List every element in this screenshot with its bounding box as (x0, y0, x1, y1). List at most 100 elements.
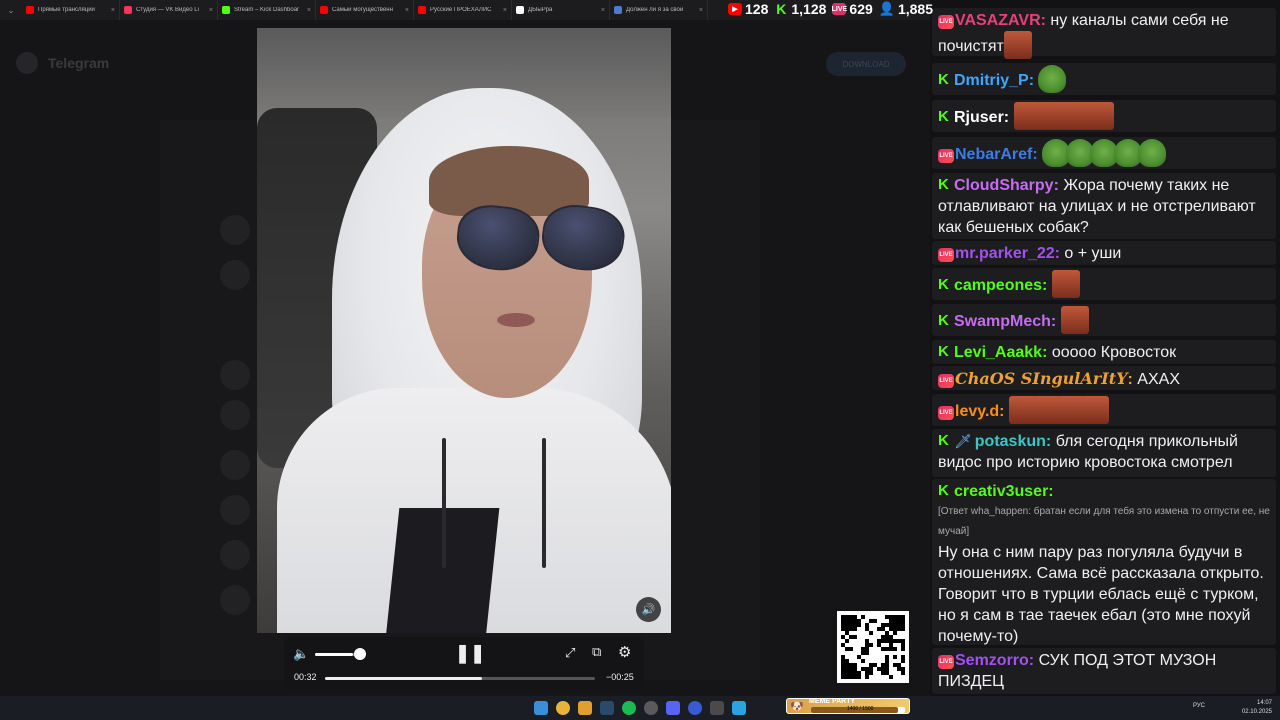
spotify-icon[interactable] (622, 701, 636, 715)
tab-close-icon[interactable]: × (405, 7, 409, 14)
download-button[interactable]: DOWNLOAD (826, 52, 906, 76)
chat-message-text: ооооо Кровосток (1051, 344, 1177, 361)
browser-tab[interactable]: Самый могущественн × (316, 0, 414, 20)
video-hoodie-cord (542, 438, 546, 568)
telegram-logo-icon (16, 52, 38, 74)
chat-username[interactable]: Rjuser (954, 109, 1004, 126)
chat-username-colon: : (1042, 277, 1052, 294)
avatar (220, 495, 250, 525)
clock-date: 02.10.2025 (1241, 709, 1272, 715)
qr-module (845, 639, 849, 643)
tab-close-icon[interactable]: × (111, 7, 115, 14)
tab-close-icon[interactable]: × (699, 7, 703, 14)
total-viewer-count: 👤 1,885 (879, 1, 933, 17)
face-emote-icon (1080, 396, 1109, 424)
picture-in-picture-icon[interactable]: ⧉ (592, 644, 601, 660)
qr-module (865, 675, 869, 679)
chat-message: K 🗡 potaskun: бля сегодня прикольный видос… (932, 429, 1276, 477)
qr-module (893, 647, 897, 651)
telegram-icon[interactable] (732, 701, 746, 715)
qr-module (901, 671, 905, 675)
system-clock[interactable]: 14:07 02.10.2025 (1242, 699, 1272, 717)
kick-badge-icon: K (938, 176, 949, 193)
chat-username[interactable]: Semzorro (955, 652, 1029, 669)
chat-message: LIVE mr.parker_22: о + уши (932, 241, 1276, 265)
chat-username[interactable]: Levi_Aaakk (954, 344, 1042, 361)
video-hoodie-cord (442, 438, 446, 568)
telegram-title: Telegram (48, 55, 110, 71)
tab-close-icon[interactable]: × (209, 7, 213, 14)
chat-username[interactable]: levy.d (955, 403, 999, 420)
media-player-icon[interactable] (688, 701, 702, 715)
qr-code (837, 611, 909, 683)
tab-close-icon[interactable]: × (307, 7, 311, 14)
browser-tab[interactable]: ДЫыРра × (512, 0, 610, 20)
tab-list-chevron-icon[interactable]: ⌄ (0, 6, 22, 15)
chat-username[interactable]: NebarAref (955, 146, 1032, 163)
tab-favicon-icon (222, 6, 230, 14)
tab-close-icon[interactable]: × (503, 7, 507, 14)
kick-badge-icon: K (938, 108, 949, 125)
volume-icon[interactable]: 🔈 (293, 646, 309, 662)
chat-username[interactable]: potaskun (975, 433, 1046, 450)
chat-message: LIVE ChaOS SIngulArItY: АХАХ (932, 366, 1276, 390)
keyboard-language[interactable]: РУС (1193, 703, 1205, 709)
chat-username[interactable]: campeones (954, 277, 1042, 294)
live-badge-icon: LIVE (938, 248, 954, 262)
avatar (220, 450, 250, 480)
live-badge-icon: LIVE (938, 374, 954, 388)
browser-tab[interactable]: Студия — VK Видео Li × (120, 0, 218, 20)
app-icon[interactable] (710, 701, 724, 715)
chat-username[interactable]: CloudSharpy (954, 177, 1054, 194)
youtube-count-value: 128 (745, 1, 769, 17)
fullscreen-icon[interactable]: ⤢ (565, 645, 575, 661)
viewer-counters: ▶ 128 K 1,128 LIVE 629 👤 1,885 (728, 0, 933, 18)
chat-message: Kcampeones: (932, 268, 1276, 300)
obs-icon[interactable] (644, 701, 658, 715)
chat-username-colon: : (1042, 344, 1052, 361)
chat-username[interactable]: creativ3user (954, 483, 1048, 500)
chat-username[interactable]: mr.parker_22 (955, 245, 1055, 262)
volume-slider-handle[interactable] (354, 648, 366, 660)
qr-module (857, 623, 861, 627)
kick-badge-icon: K (938, 71, 949, 88)
browser-tab[interactable]: Stream – Kick Dashboar × (218, 0, 316, 20)
tab-close-icon[interactable]: × (601, 7, 605, 14)
chat-username[interactable]: Dmitriy_P (954, 72, 1029, 89)
live-badge-icon: LIVE (938, 406, 954, 420)
qr-module (861, 615, 865, 619)
chat-username[interactable]: VASAZAVR (955, 12, 1041, 29)
chat-message: LIVE levy.d: (932, 394, 1276, 426)
file-explorer-icon[interactable] (578, 701, 592, 715)
kick-badge-icon: K (938, 276, 949, 293)
kick-badge-icon: K (938, 482, 949, 499)
qr-module (861, 659, 865, 663)
tab-title: ДЫыРра (528, 7, 553, 13)
settings-gear-icon[interactable]: ⚙ (618, 643, 631, 661)
stream-chat: LIVE VASAZAVR: ну каналы сами себя не поч… (930, 0, 1280, 696)
steam-icon[interactable] (600, 701, 614, 715)
browser-tab[interactable]: Должен ли я за свой × (610, 0, 708, 20)
chat-username[interactable]: SwampMech (954, 313, 1051, 330)
qr-module (857, 675, 861, 679)
chat-username[interactable]: ChaOS SIngulArItY (955, 369, 1128, 388)
live-badge-icon: LIVE (938, 15, 954, 29)
chat-message: K Dmitriy_P: (932, 63, 1276, 95)
qr-module (869, 671, 873, 675)
qr-module (869, 631, 873, 635)
elapsed-time: 00:32 (294, 672, 317, 682)
browser-tab[interactable]: Прямые трансляции × (22, 0, 120, 20)
floating-volume-icon[interactable]: 🔊 (636, 597, 661, 622)
chrome-icon[interactable] (556, 701, 570, 715)
chat-message: K Rjuser: (932, 100, 1276, 132)
sword-badge-icon: 🗡 (954, 433, 972, 449)
video-player[interactable] (257, 28, 671, 633)
browser-tab[interactable]: Русские ПРОЕХАЛИС × (414, 0, 512, 20)
pause-icon[interactable]: ❚❚ (455, 643, 485, 664)
seek-bar[interactable] (325, 677, 595, 680)
discord-icon[interactable] (666, 701, 680, 715)
chat-message-text: о + уши (1064, 245, 1122, 262)
meme-party-widget: 🐶 MEME PARTY 1400 / 1500 (786, 698, 910, 714)
start-icon[interactable] (534, 701, 548, 715)
chat-message: LIVE Semzorro: СУК ПОД ЭТОТ МУЗОН ПИЗДЕЦ (932, 648, 1276, 694)
